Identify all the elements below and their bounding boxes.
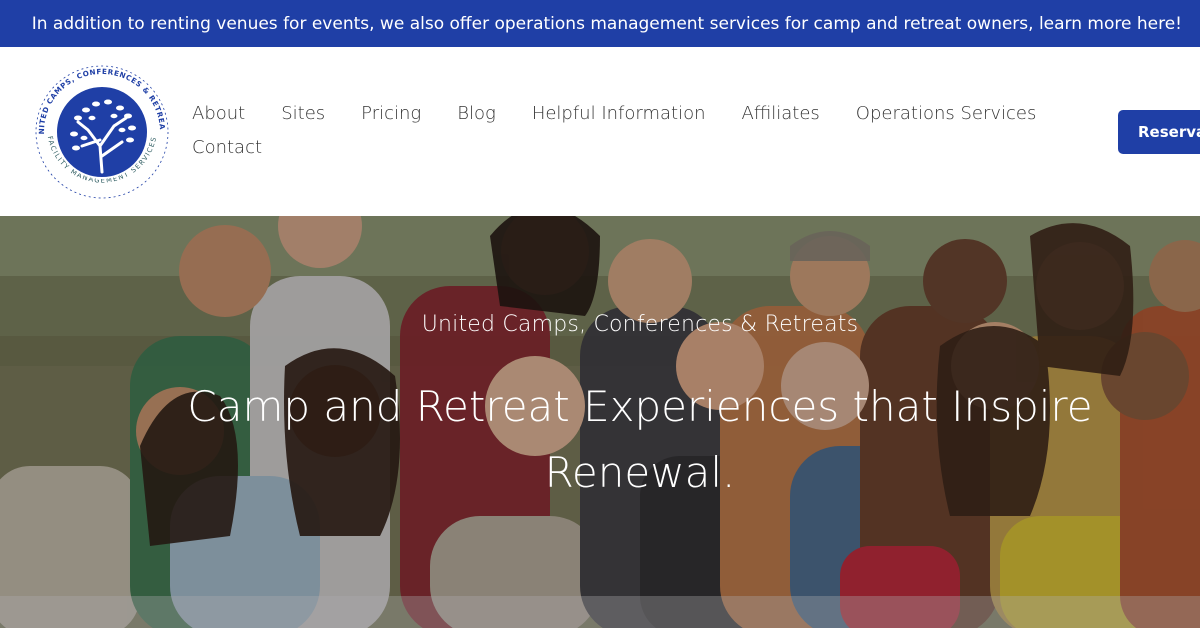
main-nav: About Sites Pricing Blog Helpful Informa…: [192, 103, 1072, 159]
nav-item-contact[interactable]: Contact: [192, 137, 262, 159]
nav-item-affiliates[interactable]: Affiliates: [742, 103, 820, 125]
reservations-button[interactable]: Reservat: [1118, 110, 1200, 154]
site-logo[interactable]: UNITED CAMPS, CONFERENCES & RETREATS FAC…: [27, 53, 174, 204]
nav-item-pricing[interactable]: Pricing: [361, 103, 421, 125]
announcement-bar: In addition to renting venues for events…: [0, 0, 1200, 47]
nav-item-about[interactable]: About: [192, 103, 245, 125]
hero-subtitle: United Camps, Conferences & Retreats: [421, 312, 859, 337]
hero-title: Camp and Retreat Experiences that Inspir…: [187, 382, 1093, 497]
nav-item-blog[interactable]: Blog: [457, 103, 496, 125]
logo-emblem-icon: UNITED CAMPS, CONFERENCES & RETREATS FAC…: [27, 53, 172, 202]
site-header: UNITED CAMPS, CONFERENCES & RETREATS FAC…: [0, 47, 1200, 216]
nav-item-operations-services[interactable]: Operations Services: [856, 103, 1037, 125]
hero-banner: United Camps, Conferences & Retreats Cam…: [0, 216, 1200, 628]
nav-item-helpful-information[interactable]: Helpful Information: [532, 103, 706, 125]
nav-item-sites[interactable]: Sites: [281, 103, 325, 125]
announcement-link[interactable]: In addition to renting venues for events…: [32, 14, 1182, 34]
